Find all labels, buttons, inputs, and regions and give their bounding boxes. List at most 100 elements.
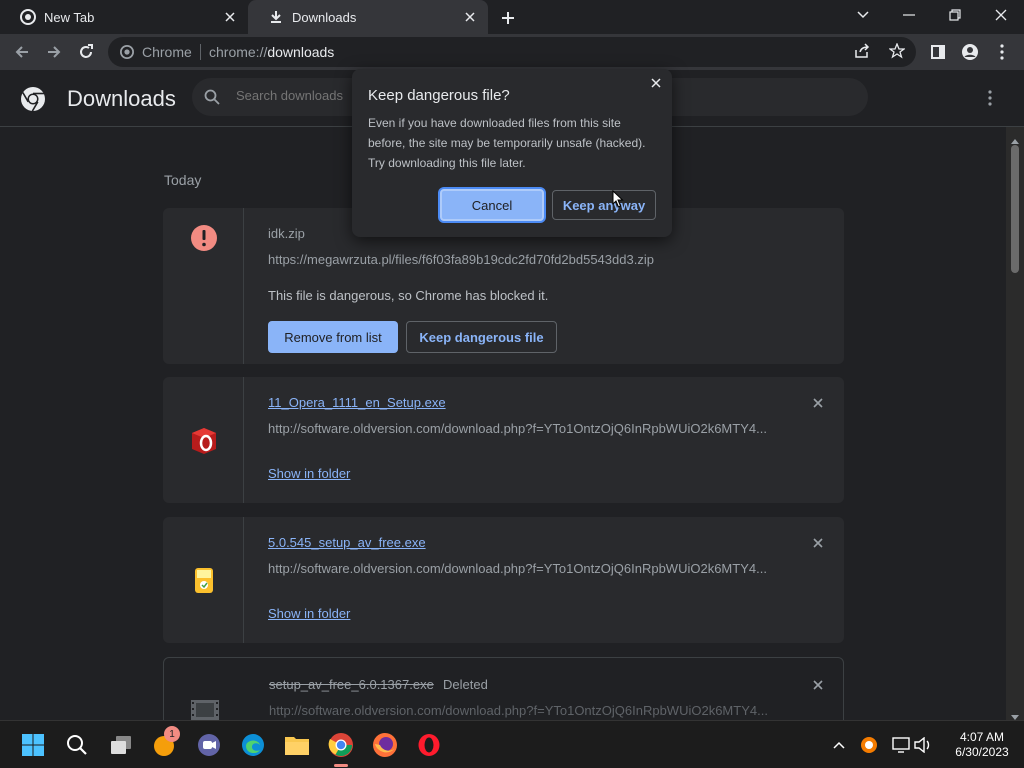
scroll-thumb[interactable]	[1011, 145, 1019, 273]
download-card: 11_Opera_1111_en_Setup.exe http://softwa…	[163, 377, 844, 503]
download-icon	[268, 9, 284, 25]
downloads-menu-button[interactable]	[978, 86, 1002, 110]
keep-dangerous-file-dialog: Keep dangerous file? Even if you have do…	[352, 69, 672, 237]
divider	[200, 44, 201, 60]
tab-search-button[interactable]	[840, 0, 886, 30]
profile-icon	[962, 44, 978, 60]
file-url: http://software.oldversion.com/download.…	[268, 421, 767, 436]
forward-button[interactable]	[40, 38, 68, 66]
reload-button[interactable]	[72, 38, 100, 66]
date-text: 6/30/2023	[955, 745, 1009, 759]
arrow-right-icon	[48, 46, 61, 58]
chrome-menu-button[interactable]	[988, 38, 1016, 66]
chrome-icon	[120, 45, 134, 59]
back-button[interactable]	[8, 38, 36, 66]
cancel-button[interactable]: Cancel	[440, 189, 544, 221]
close-icon[interactable]	[646, 73, 666, 93]
remove-download-icon[interactable]	[808, 533, 828, 553]
star-icon[interactable]	[888, 42, 906, 64]
file-url: http://software.oldversion.com/download.…	[269, 703, 768, 718]
active-indicator	[334, 764, 348, 767]
task-view-icon[interactable]	[106, 730, 136, 760]
kebab-icon	[1000, 44, 1004, 60]
minimize-button[interactable]	[886, 0, 932, 30]
reload-icon	[80, 44, 93, 58]
tray-chevron-up-icon[interactable]	[824, 730, 854, 760]
site-chip[interactable]: Chrome	[120, 44, 192, 60]
minimize-icon	[903, 14, 915, 16]
page-title: Downloads	[67, 86, 176, 111]
show-in-folder-link[interactable]: Show in folder	[268, 466, 350, 481]
dialog-message: Even if you have downloaded files from t…	[368, 116, 646, 170]
file-url: https://megawrzuta.pl/files/f6f03fa89b19…	[268, 252, 654, 267]
download-card: 5.0.545_setup_av_free.exe http://softwar…	[163, 517, 844, 643]
close-icon	[995, 9, 1007, 21]
chrome-taskbar-icon[interactable]	[326, 730, 356, 767]
tab-title: Downloads	[292, 9, 357, 25]
chevron-down-icon	[857, 11, 869, 19]
chrome-logo-icon	[20, 86, 46, 117]
file-name-link[interactable]: 11_Opera_1111_en_Setup.exe	[268, 395, 446, 410]
url-path: downloads	[267, 44, 335, 60]
time-text: 4:07 AM	[959, 730, 1005, 744]
url-text[interactable]: chrome://downloads	[209, 44, 334, 60]
tab-downloads[interactable]: Downloads	[248, 0, 488, 34]
close-tab-icon[interactable]	[462, 9, 478, 25]
taskbar: 1 4:07 AM 6/30/2023	[0, 720, 1024, 768]
danger-icon	[189, 223, 219, 253]
file-name-link[interactable]: 5.0.545_setup_av_free.exe	[268, 535, 426, 550]
date-heading: Today	[164, 172, 202, 188]
close-window-button[interactable]	[978, 0, 1024, 30]
new-tab-button[interactable]	[498, 8, 518, 28]
volume-icon[interactable]	[908, 730, 938, 760]
tray-app-icon[interactable]	[854, 730, 884, 760]
teams-chat-icon[interactable]	[194, 730, 224, 760]
danger-status: This file is dangerous, so Chrome has bl…	[268, 288, 549, 303]
close-tab-icon[interactable]	[222, 9, 238, 25]
scrollbar[interactable]	[1006, 127, 1024, 720]
side-panel-button[interactable]	[924, 38, 952, 66]
notification-badge: 1	[164, 726, 180, 742]
kebab-icon	[988, 90, 992, 106]
keep-dangerous-file-button[interactable]: Keep dangerous file	[406, 321, 557, 353]
keep-anyway-button[interactable]: Keep anyway	[552, 190, 656, 220]
share-icon[interactable]	[854, 43, 870, 64]
dialog-title: Keep dangerous file?	[368, 87, 510, 104]
file-name: idk.zip	[268, 226, 305, 241]
opera-icon[interactable]	[414, 730, 444, 760]
mouse-cursor-icon	[612, 189, 624, 213]
remove-download-icon[interactable]	[808, 393, 828, 413]
show-in-folder-link[interactable]: Show in folder	[268, 606, 350, 621]
app-orange-icon[interactable]: 1	[150, 726, 180, 760]
deleted-tag: Deleted	[443, 677, 488, 692]
file-name: setup_av_free_6.0.1367.exe	[269, 677, 434, 692]
browser-toolbar: Chrome chrome://downloads	[0, 34, 1024, 70]
restore-icon	[949, 9, 961, 21]
chrome-icon	[20, 9, 36, 25]
search-icon	[204, 89, 220, 110]
remove-download-icon[interactable]	[808, 675, 828, 695]
site-chip-label: Chrome	[142, 44, 192, 60]
address-bar[interactable]: Chrome chrome://downloads	[108, 37, 916, 67]
search-icon[interactable]	[62, 730, 92, 760]
file-icon	[190, 695, 220, 720]
windows-start-icon[interactable]	[18, 730, 48, 760]
opera-installer-icon	[189, 425, 219, 455]
side-panel-icon	[931, 45, 945, 59]
arrow-left-icon	[15, 46, 28, 58]
clock[interactable]: 4:07 AM 6/30/2023	[944, 730, 1020, 760]
edge-icon[interactable]	[238, 730, 268, 760]
avfree-installer-icon	[189, 565, 219, 595]
download-card-deleted: setup_av_free_6.0.1367.exe Deleted http:…	[163, 657, 844, 720]
tab-new-tab[interactable]: New Tab	[0, 0, 248, 34]
plus-icon	[502, 12, 514, 24]
restore-button[interactable]	[932, 0, 978, 30]
tab-title: New Tab	[44, 9, 95, 25]
firefox-icon[interactable]	[370, 730, 400, 760]
profile-button[interactable]	[956, 38, 984, 66]
url-scheme: chrome://	[209, 44, 268, 60]
tab-strip: New Tab Downloads	[0, 0, 1024, 34]
file-url: http://software.oldversion.com/download.…	[268, 561, 767, 576]
remove-from-list-button[interactable]: Remove from list	[268, 321, 398, 353]
file-explorer-icon[interactable]	[282, 730, 312, 760]
